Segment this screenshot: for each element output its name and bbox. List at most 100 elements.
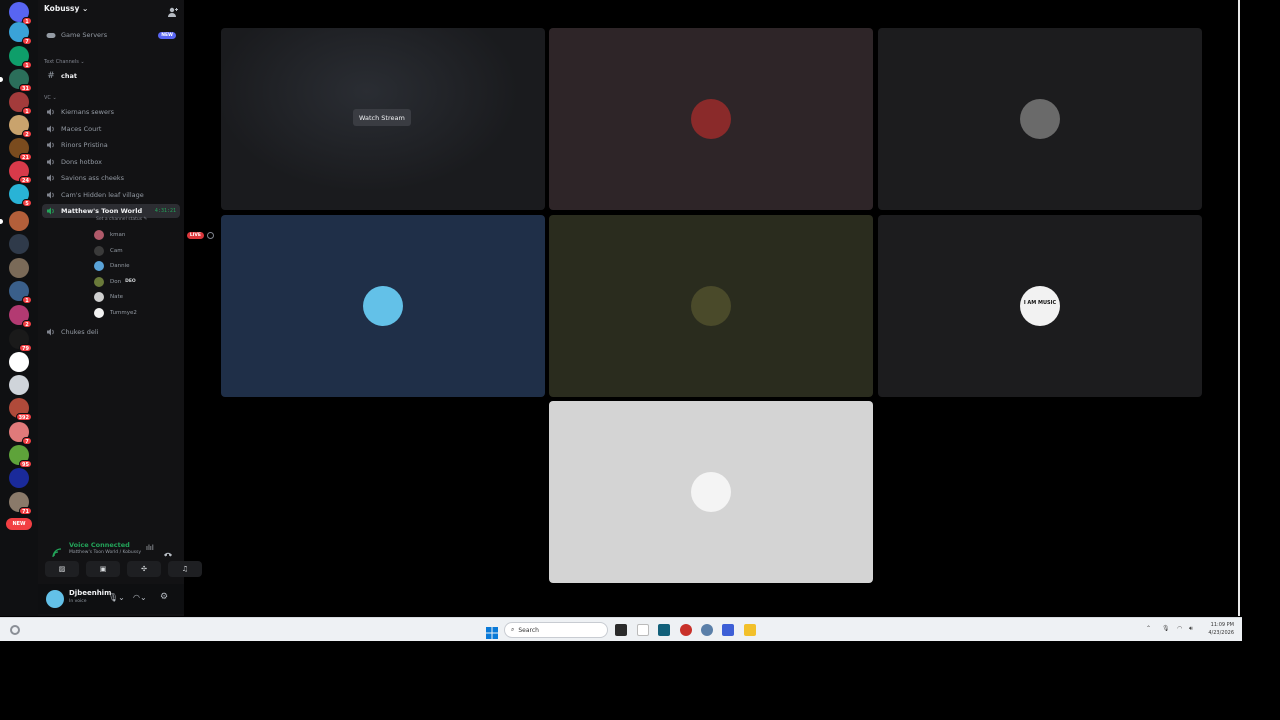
file-explorer-icon[interactable]	[744, 624, 756, 636]
server-icon[interactable]: 71	[9, 492, 32, 515]
member-name: Don	[110, 278, 122, 285]
server-icon[interactable]: 2	[9, 305, 32, 328]
voice-connected-title[interactable]: Voice Connected	[69, 541, 130, 549]
server-icon[interactable]	[9, 234, 29, 254]
server-icon[interactable]: 31	[0, 69, 32, 92]
djbeenhim-tile[interactable]	[549, 401, 873, 583]
server-icon[interactable]	[9, 468, 29, 488]
tummye2-tile[interactable]: I AM MUSIC	[878, 215, 1202, 397]
channel-label: Savions ass cheeks	[61, 174, 124, 182]
category-vc[interactable]: VC ⌄	[44, 95, 57, 101]
activities-button[interactable]: ✣	[127, 561, 161, 577]
participant-avatar	[691, 99, 731, 139]
start-button[interactable]	[486, 624, 498, 639]
voice-channel-item[interactable]: Dons hotbox	[42, 155, 180, 169]
voice-channel-item[interactable]: Maces Court	[42, 122, 180, 136]
speaker-icon	[45, 106, 57, 118]
tray-mic-icon[interactable]: 🎙︎	[1162, 625, 1170, 632]
server-icon[interactable]: 1	[9, 281, 32, 304]
voice-connected-subtitle[interactable]: Matthew's Toon World / Kobussy	[69, 550, 141, 555]
cam-tile[interactable]	[549, 28, 873, 210]
chrome-icon[interactable]	[680, 624, 692, 636]
channel-chukes-deli[interactable]: Chukes deli	[42, 325, 180, 339]
voice-channel-item[interactable]: Cam's Hidden leaf village	[42, 188, 180, 202]
mention-badge: 1	[22, 107, 32, 115]
taskbar-clock[interactable]: 11:09 PM 4/23/2026	[1198, 621, 1234, 637]
server-icon[interactable]: 95	[9, 445, 32, 468]
taskbar-search[interactable]: ⌕ Search	[504, 622, 608, 638]
voice-connected-panel: Voice Connected Matthew's Toon World / K…	[42, 536, 202, 580]
game-servers-item[interactable]: Game Servers NEW	[42, 28, 180, 42]
store-icon[interactable]	[658, 624, 670, 636]
server-icon[interactable]: 392	[9, 398, 32, 421]
server-icon[interactable]: 21	[9, 138, 32, 161]
server-icon[interactable]: 2	[9, 115, 32, 138]
server-icon[interactable]: 7	[9, 22, 32, 45]
channel-chat[interactable]: # chat	[42, 69, 180, 83]
voice-channel-item[interactable]: Kiernans sewers	[42, 105, 180, 119]
soundboard-button[interactable]: ♫	[168, 561, 202, 577]
channel-status-prompt[interactable]: Set a channel status ✎	[96, 217, 147, 222]
wifi-icon[interactable]: ◠	[1177, 625, 1182, 632]
active-channel-label: Matthew's Toon World	[61, 207, 143, 215]
camera-off-icon: ▨	[58, 565, 66, 573]
server-icon[interactable]	[9, 375, 29, 395]
voice-member[interactable]: kman LIVE	[94, 229, 218, 241]
discord-window: 1 7 1 31 1 2 21 24 5 1 2 79 392 7 95 71 NEW Kobussy ⌄ G…	[0, 0, 1240, 616]
invite-people-icon[interactable]	[167, 3, 179, 17]
voice-channel-item[interactable]: Savions ass cheeks	[42, 171, 180, 185]
server-icon[interactable]: 1	[9, 92, 32, 115]
tray-chevron-icon[interactable]: ⌃	[1146, 625, 1151, 632]
voice-channel-item[interactable]: Rinors Pristina	[42, 138, 180, 152]
mention-badge: 2	[22, 320, 32, 328]
noise-suppression-icon[interactable]: ılıl	[146, 544, 154, 552]
task-view-icon[interactable]	[615, 624, 627, 636]
voice-member[interactable]: Don DEO	[94, 276, 218, 288]
server-icon[interactable]: 7	[9, 422, 32, 445]
dannie-tile[interactable]	[221, 215, 545, 397]
speaker-icon	[45, 189, 57, 201]
server-icon[interactable]	[9, 352, 29, 372]
server-icon[interactable]: 1	[9, 46, 32, 69]
server-icon[interactable]	[0, 211, 29, 231]
user-name[interactable]: Djbeenhim	[69, 589, 111, 597]
kman-stream[interactable]: Watch Stream	[221, 28, 545, 210]
channel-label: chat	[61, 72, 77, 80]
voice-member[interactable]: Dannie	[94, 260, 218, 272]
member-name: Tummye2	[110, 309, 137, 316]
file-icon[interactable]	[637, 624, 649, 636]
channel-label: Cam's Hidden leaf village	[61, 190, 144, 199]
voice-member[interactable]: Cam	[94, 245, 218, 257]
don-tile[interactable]	[549, 215, 873, 397]
watch-stream-button[interactable]: Watch Stream	[353, 109, 411, 126]
discord-app-icon[interactable]	[722, 624, 734, 636]
discord-home-icon[interactable]: 1	[9, 2, 32, 25]
disconnect-icon[interactable]	[163, 543, 173, 557]
voice-member[interactable]: Nate	[94, 291, 218, 303]
server-icon[interactable]	[9, 258, 29, 278]
settings-app-icon[interactable]	[701, 624, 713, 636]
participant-avatar	[691, 286, 731, 326]
headphones-icon[interactable]: ◠⌄	[133, 593, 147, 602]
camera-off-button[interactable]: ▨	[45, 561, 79, 577]
volume-icon[interactable]: 🔊︎	[1189, 625, 1193, 633]
new-badge: NEW	[158, 31, 176, 39]
category-text-channels[interactable]: Text Channels ⌄	[44, 59, 85, 65]
server-icon[interactable]: 24	[9, 161, 32, 184]
mention-badge: 7	[22, 37, 32, 45]
voice-member[interactable]: Tummye2	[94, 307, 218, 319]
guild-name[interactable]: Kobussy ⌄	[44, 4, 88, 13]
member-avatar	[94, 245, 104, 256]
speaker-icon	[45, 172, 57, 184]
channel-matthews-toon-world[interactable]: Matthew's Toon World 4:31:21	[42, 204, 180, 218]
server-icon[interactable]: 79	[9, 329, 32, 352]
screen-share-button[interactable]: ▣	[86, 561, 120, 577]
user-avatar[interactable]	[46, 590, 64, 608]
new-unreads-pill[interactable]: NEW	[6, 518, 32, 530]
settings-gear-icon[interactable]: ⚙	[160, 592, 168, 602]
widgets-icon[interactable]	[10, 625, 20, 635]
mic-icon[interactable]: 🎙︎⌄	[108, 593, 125, 602]
server-icon[interactable]: 5	[9, 184, 32, 207]
nate-tile[interactable]	[878, 28, 1202, 210]
mention-badge: 24	[19, 176, 32, 184]
